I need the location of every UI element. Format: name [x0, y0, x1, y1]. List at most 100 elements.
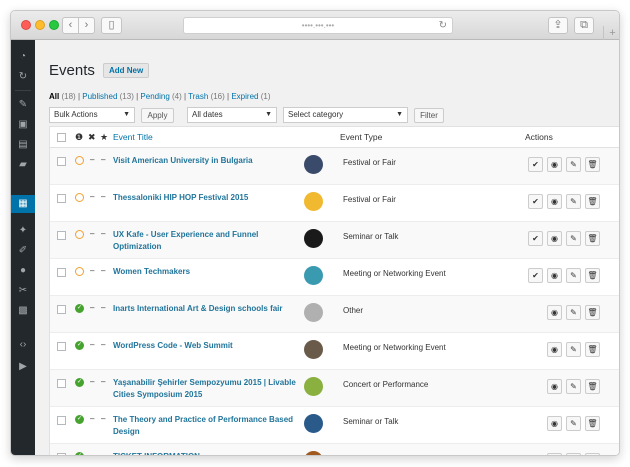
delete-icon: 🗑	[587, 308, 598, 317]
event-title-link[interactable]: Women Techmakers	[113, 266, 303, 278]
event-title-link[interactable]: UX Kafe - User Experience and Funnel Opt…	[113, 229, 303, 253]
minimize-window-button[interactable]	[35, 20, 45, 30]
pin-icon[interactable]: ✎	[11, 96, 35, 114]
status-filter-links: All (18) | Published (13) | Pending (4) …	[49, 92, 270, 101]
event-title-link[interactable]: The Theory and Practice of Performance B…	[113, 414, 303, 438]
sidebar-toggle-button[interactable]: ▯	[101, 17, 122, 34]
filter-all-link[interactable]: All	[49, 92, 59, 101]
edit-button[interactable]: ✎	[566, 157, 581, 172]
row-checkbox[interactable]	[57, 416, 66, 425]
featured-dash: –	[90, 266, 95, 275]
column-header-title[interactable]: Event Title	[113, 132, 153, 142]
media-icon[interactable]: ▣	[11, 116, 35, 134]
filter-button[interactable]: Filter	[414, 108, 444, 123]
forward-button[interactable]: ›	[78, 17, 95, 34]
row-checkbox[interactable]	[57, 342, 66, 351]
play-icon[interactable]: ▶	[11, 358, 35, 376]
event-title-link[interactable]: WordPress Code - Web Summit	[113, 340, 303, 352]
view-button[interactable]: ◉	[547, 305, 562, 320]
pages-icon[interactable]: ▤	[11, 136, 35, 154]
select-all-checkbox[interactable]	[57, 133, 66, 142]
delete-button[interactable]: 🗑	[585, 194, 600, 209]
row-checkbox[interactable]	[57, 453, 66, 455]
edit-button[interactable]: ✎	[566, 305, 581, 320]
tools-icon[interactable]: ✐	[11, 242, 35, 260]
delete-button[interactable]: 🗑	[585, 379, 600, 394]
starred-dash: –	[101, 340, 106, 349]
delete-button[interactable]: 🗑	[585, 157, 600, 172]
view-button[interactable]: ◉	[547, 231, 562, 246]
event-title-link[interactable]: TICKET INFORMATION	[113, 451, 303, 455]
plugins-icon[interactable]: ✦	[11, 222, 35, 240]
edit-button[interactable]: ✎	[566, 416, 581, 431]
view-button[interactable]: ◉	[547, 157, 562, 172]
row-checkbox[interactable]	[57, 231, 66, 240]
dashboard-icon[interactable]: ◔	[11, 48, 35, 66]
approve-button[interactable]: ✔	[528, 157, 543, 172]
view-button[interactable]: ◉	[547, 194, 562, 209]
settings-icon[interactable]: ▩	[11, 302, 35, 320]
edit-button[interactable]: ✎	[566, 379, 581, 394]
table-row: – – Women Techmakers Meeting or Networking …	[50, 259, 619, 296]
delete-button[interactable]: 🗑	[585, 416, 600, 431]
delete-button[interactable]: 🗑	[585, 342, 600, 357]
close-window-button[interactable]	[21, 20, 31, 30]
approve-button[interactable]: ✔	[528, 194, 543, 209]
date-filter-select[interactable]: All dates ▼	[187, 107, 277, 123]
event-title-link[interactable]: Inarts International Art & Design school…	[113, 303, 303, 315]
delete-button[interactable]: 🗑	[585, 453, 600, 455]
users-icon[interactable]: ●	[11, 262, 35, 280]
events-icon[interactable]: ▦	[11, 195, 35, 213]
row-checkbox[interactable]	[57, 194, 66, 203]
view-button[interactable]: ◉	[547, 453, 562, 455]
view-button[interactable]: ◉	[547, 342, 562, 357]
approve-button[interactable]: ✔	[528, 268, 543, 283]
updates-icon[interactable]: ↻	[11, 68, 35, 86]
comments-icon[interactable]: ▰	[11, 156, 35, 174]
event-title-link[interactable]: Thessaloniki HIP HOP Festival 2015	[113, 192, 303, 204]
edit-button[interactable]: ✎	[566, 194, 581, 209]
back-button[interactable]: ‹	[62, 17, 79, 34]
event-thumbnail	[304, 451, 323, 455]
view-button[interactable]: ◉	[547, 268, 562, 283]
approve-icon: ✔	[532, 234, 539, 243]
apply-button[interactable]: Apply	[141, 108, 174, 123]
reload-icon[interactable]: ↻	[439, 18, 447, 33]
published-check-icon: ✓	[75, 378, 84, 387]
event-title-link[interactable]: Visit American University in Bulgaria	[113, 155, 303, 167]
sidebar-icon: ▯	[108, 19, 115, 31]
address-bar[interactable]: ••••.•••.••• ↻	[183, 17, 453, 34]
published-check-icon: ✓	[75, 341, 84, 350]
close-icon: ✖	[88, 132, 96, 142]
add-new-button[interactable]: Add New	[103, 63, 150, 78]
view-button[interactable]: ◉	[547, 379, 562, 394]
edit-button[interactable]: ✎	[566, 342, 581, 357]
view-button[interactable]: ◉	[547, 416, 562, 431]
delete-button[interactable]: 🗑	[585, 305, 600, 320]
filter-pending-link[interactable]: Pending	[140, 92, 169, 101]
row-checkbox[interactable]	[57, 268, 66, 277]
code-icon[interactable]: ‹›	[11, 336, 35, 354]
approve-button[interactable]: ✔	[528, 231, 543, 246]
delete-button[interactable]: 🗑	[585, 268, 600, 283]
row-checkbox[interactable]	[57, 305, 66, 314]
bulk-actions-select[interactable]: Bulk Actions ▼	[49, 107, 135, 123]
edit-button[interactable]: ✎	[566, 231, 581, 246]
zoom-window-button[interactable]	[49, 20, 59, 30]
row-checkbox[interactable]	[57, 379, 66, 388]
new-tab-button[interactable]: +	[603, 26, 619, 40]
filter-trash-link[interactable]: Trash	[188, 92, 208, 101]
category-select[interactable]: Select category ▼	[283, 107, 408, 123]
table-row: ✓ – – TICKET INFORMATION Other ◉ ✎ 🗑	[50, 444, 619, 455]
edit-button[interactable]: ✎	[566, 268, 581, 283]
edit-button[interactable]: ✎	[566, 453, 581, 455]
filter-published-link[interactable]: Published	[82, 92, 117, 101]
plus-icon: +	[609, 27, 616, 39]
wrench-icon[interactable]: ✂	[11, 282, 35, 300]
tabs-button[interactable]: ⧉	[574, 17, 594, 34]
delete-button[interactable]: 🗑	[585, 231, 600, 246]
share-button[interactable]: ⇪	[548, 17, 568, 34]
event-title-link[interactable]: Yaşanabilir Şehirler Sempozyumu 2015 | L…	[113, 377, 303, 401]
filter-expired-link[interactable]: Expired	[231, 92, 258, 101]
row-checkbox[interactable]	[57, 157, 66, 166]
